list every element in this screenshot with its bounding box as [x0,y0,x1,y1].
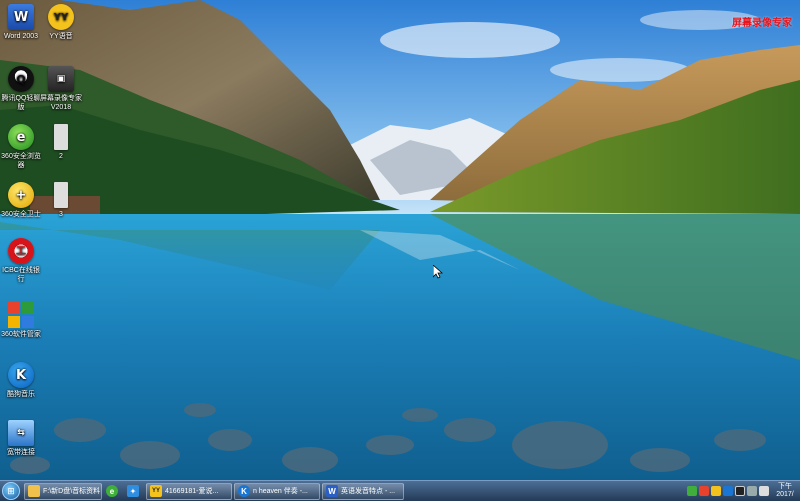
taskbar: ⊞ F:\新D盘\音标资料 e ✦ YY 41669181-爱说... K n … [0,480,800,501]
yy-icon: YY [48,4,74,30]
taskbar-item-label: n heaven 伴奏 -... [253,488,308,495]
screen-recorder-icon: ▣ [48,66,74,92]
tray-volume-icon[interactable] [759,486,769,496]
tray-qq-icon[interactable] [735,486,745,496]
network-connection-icon: ⇆ [8,420,34,446]
taskbar-item-app[interactable]: ✦ [125,483,144,500]
taskbar-item-ie[interactable]: e [104,483,123,500]
desktop-icon-label: 屏幕录像专家V2018 [40,95,82,111]
360-guard-icon: + [8,182,34,208]
recorder-watermark: 屏幕录像专家 [732,18,792,29]
desktop-icon-yy[interactable]: YY YY语音 [40,4,82,41]
360-browser-icon: e [106,485,118,497]
desktop-icon-icbc[interactable]: 工 ICBC在线银行 [0,238,42,284]
desktop-icon-label: 腾讯QQ轻聊版 [1,95,41,111]
taskbar-item-label: F:\新D盘\音标资料 [43,488,101,495]
yy-icon: YY [150,485,162,497]
desktop-icon-word[interactable]: W Word 2003 [0,4,42,41]
desktop-icon-label: 360安全卫士 [1,211,41,218]
taskbar-item-kugou[interactable]: K n heaven 伴奏 -... [234,482,320,500]
windows-logo-icon: ⊞ [7,485,15,496]
desktop-icon-kugou[interactable]: K 酷狗音乐 [0,362,42,399]
desktop-icon-qq[interactable]: Q 腾讯QQ轻聊版 [0,66,42,112]
kugou-music-icon: K [8,362,34,388]
taskbar-item-yy[interactable]: YY 41669181-爱说... [146,482,232,500]
tray-kugou-icon[interactable] [723,486,733,496]
taskbar-item-label: 英语发音特点 - ... [341,488,396,495]
desktop-icon-label: ICBC在线银行 [2,267,40,283]
desktop-icon-label: 酷狗音乐 [7,391,35,398]
taskbar-item-explorer[interactable]: F:\新D盘\音标资料 [24,482,102,500]
desktop-icon-label: 360安全浏览器 [1,153,41,169]
360-browser-icon: e [8,124,34,150]
desktop-icon-file-2[interactable]: 2 [40,124,82,161]
desktop: 屏幕录像专家 W Word 2003 YY YY语音 Q 腾讯QQ轻聊版 ▣ 屏… [0,0,800,480]
icbc-bank-icon: 工 [8,238,34,264]
tray-360-icon[interactable] [687,486,697,496]
app-icon: ✦ [127,485,139,497]
clock-period: 下午 [778,483,792,490]
desktop-icon-360-guard[interactable]: + 360安全卫士 [0,182,42,219]
taskbar-item-word[interactable]: W 英语发音特点 - ... [322,482,404,500]
taskbar-item-label: 41669181-爱说... [165,488,219,495]
taskbar-clock[interactable]: 下午 2017/ [774,483,796,499]
desktop-icon-file-3[interactable]: 3 [40,182,82,219]
mouse-pointer-icon [433,265,443,279]
desktop-icon-label: 360软件管家 [1,331,41,338]
word-icon: W [8,4,34,30]
desktop-icon-recorder[interactable]: ▣ 屏幕录像专家V2018 [40,66,82,112]
folder-icon [28,485,40,497]
file-icon [54,124,68,150]
clock-date: 2017/ [776,491,794,498]
desktop-icon-label: Word 2003 [3,33,39,40]
start-button[interactable]: ⊞ [2,482,20,500]
qq-penguin-icon: Q [8,66,34,92]
desktop-icon-label: 2 [59,153,63,160]
desktop-icon-label: 3 [59,211,63,218]
tray-network-icon[interactable] [747,486,757,496]
360-software-manager-icon [8,302,34,328]
kugou-music-icon: K [238,485,250,497]
tray-yy-icon[interactable] [711,486,721,496]
desktop-icon-label: YY语音 [49,33,73,40]
lake-mountain-wallpaper [0,0,800,480]
desktop-icon-label: 宽带连接 [7,449,35,456]
desktop-icon-360-software[interactable]: 360软件管家 [0,302,42,339]
word-icon: W [326,485,338,497]
desktop-icon-broadband[interactable]: ⇆ 宽带连接 [0,420,42,457]
tray-app-icon[interactable] [699,486,709,496]
file-icon [54,182,68,208]
system-tray: 下午 2017/ [686,481,800,501]
desktop-icon-360-browser[interactable]: e 360安全浏览器 [0,124,42,170]
